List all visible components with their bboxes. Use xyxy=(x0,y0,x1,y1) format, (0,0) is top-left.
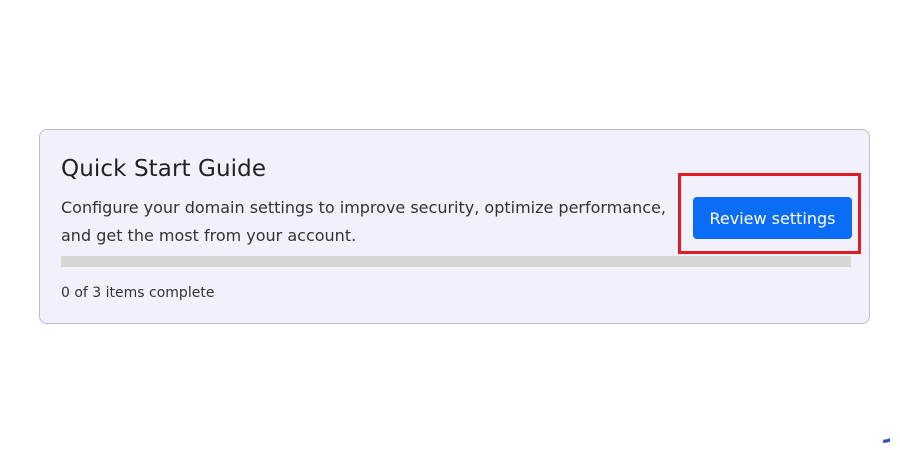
review-settings-button[interactable]: Review settings xyxy=(693,197,852,239)
quick-start-card: Quick Start Guide Configure your domain … xyxy=(39,129,870,324)
card-description: Configure your domain settings to improv… xyxy=(61,198,666,245)
iranserver-logo: ایران سرور xyxy=(882,413,890,443)
page: Quick Start Guide Configure your domain … xyxy=(0,0,900,450)
progress-status-text: 0 of 3 items complete xyxy=(61,285,215,301)
logo-text: ایران سرور xyxy=(882,413,890,443)
card-title: Quick Start Guide xyxy=(61,156,267,182)
progress-bar xyxy=(61,256,851,267)
